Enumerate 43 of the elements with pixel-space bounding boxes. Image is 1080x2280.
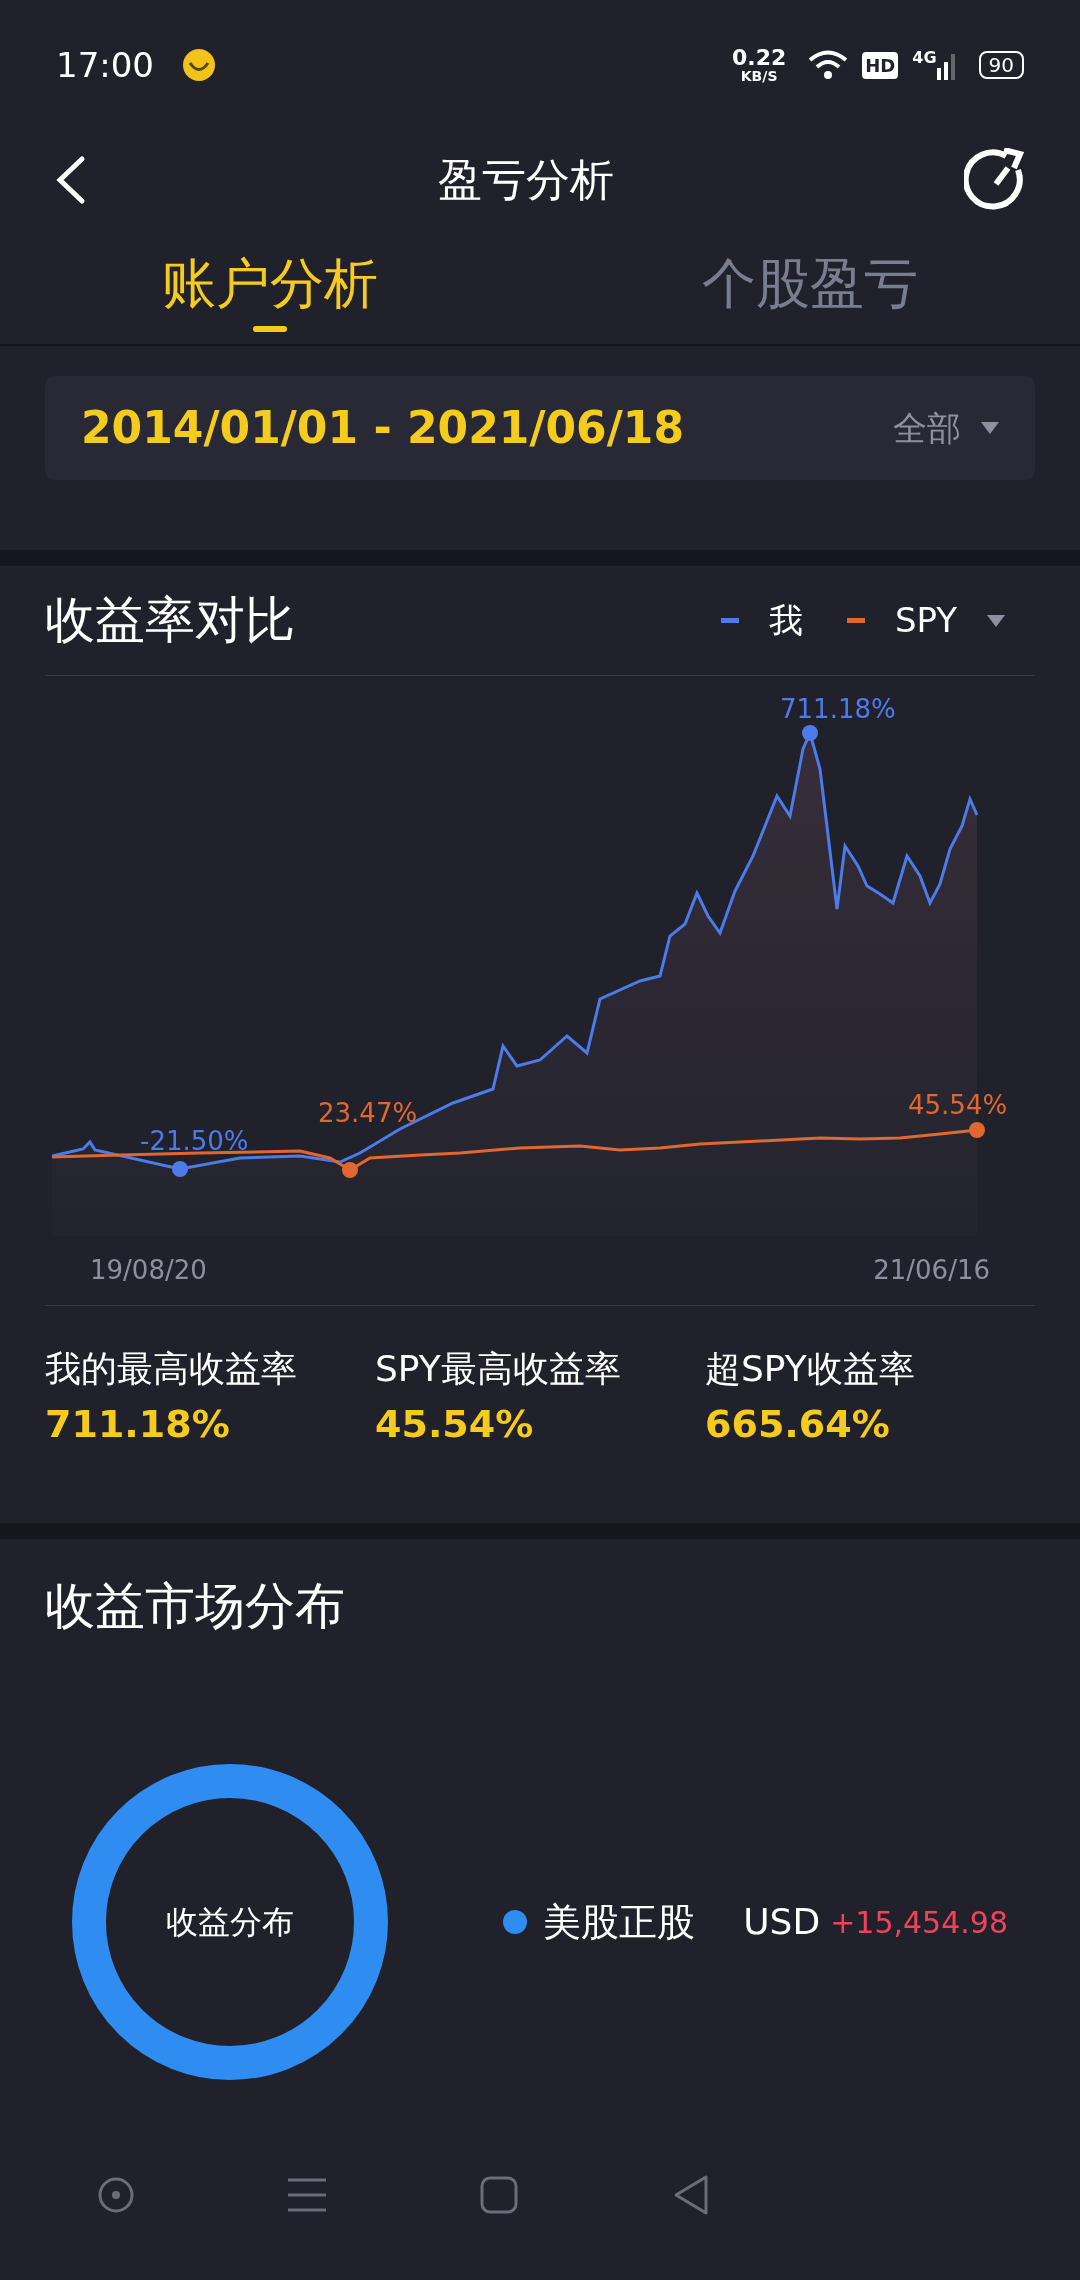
- min-point: [172, 1161, 188, 1177]
- battery-indicator: 90: [978, 51, 1024, 79]
- assistant-icon[interactable]: [96, 2176, 135, 2214]
- stat-label: SPY最高收益率: [375, 1347, 622, 1391]
- spy-max-label: 45.54%: [908, 1089, 1008, 1122]
- spy-min-point: [342, 1162, 358, 1178]
- spy-max-point: [969, 1122, 985, 1138]
- currency: USD: [743, 1900, 821, 1944]
- spy-min-label: 23.47%: [318, 1097, 418, 1130]
- axis-start-date: 19/08/20: [90, 1254, 207, 1287]
- market-name: 美股正股: [543, 1898, 696, 1946]
- max-point: [802, 725, 818, 741]
- hd-badge: HD: [862, 51, 899, 79]
- dropdown-caret-icon: [981, 422, 999, 434]
- legend-label: 我: [768, 599, 803, 642]
- status-time: 17:00: [56, 43, 154, 87]
- stat-value: 45.54%: [375, 1401, 535, 1448]
- tab[interactable]: 账户分析: [0, 230, 540, 344]
- network-speed: 0.22: [732, 47, 787, 69]
- wifi-icon: [808, 49, 849, 81]
- legend-label: SPY: [894, 599, 957, 642]
- page-title: 盈亏分析: [437, 153, 615, 207]
- range-filter: 全部: [893, 406, 961, 450]
- stat-label: 超SPY收益率: [705, 1347, 916, 1391]
- dropdown-caret-icon[interactable]: [987, 614, 1005, 627]
- stat-value: 665.64%: [705, 1401, 891, 1448]
- home-icon[interactable]: [480, 2176, 518, 2214]
- date-range: 2014/01/01 - 2021/06/18: [81, 401, 686, 455]
- network-type: 4G: [912, 47, 937, 69]
- speed-unit: KB/S: [740, 69, 778, 83]
- stat-label: 我的最高收益率: [45, 1347, 298, 1391]
- min-return-label: -21.50%: [140, 1125, 249, 1158]
- donut-label: 收益分布: [166, 1902, 294, 1943]
- max-return-label: 711.18%: [780, 693, 896, 726]
- profit-amount: +15,454.98: [830, 1903, 1008, 1942]
- axis-end-date: 21/06/16: [873, 1254, 990, 1287]
- section-title: 收益市场分布: [45, 1577, 345, 1635]
- menu-icon[interactable]: [288, 2178, 327, 2212]
- stat-value: 711.18%: [45, 1401, 231, 1448]
- tab[interactable]: 个股盈亏: [540, 230, 1080, 344]
- section-title: 收益率对比: [45, 590, 296, 651]
- coin-icon: [182, 48, 216, 82]
- date-range-selector[interactable]: 2014/01/01 - 2021/06/18 全部: [45, 376, 1035, 480]
